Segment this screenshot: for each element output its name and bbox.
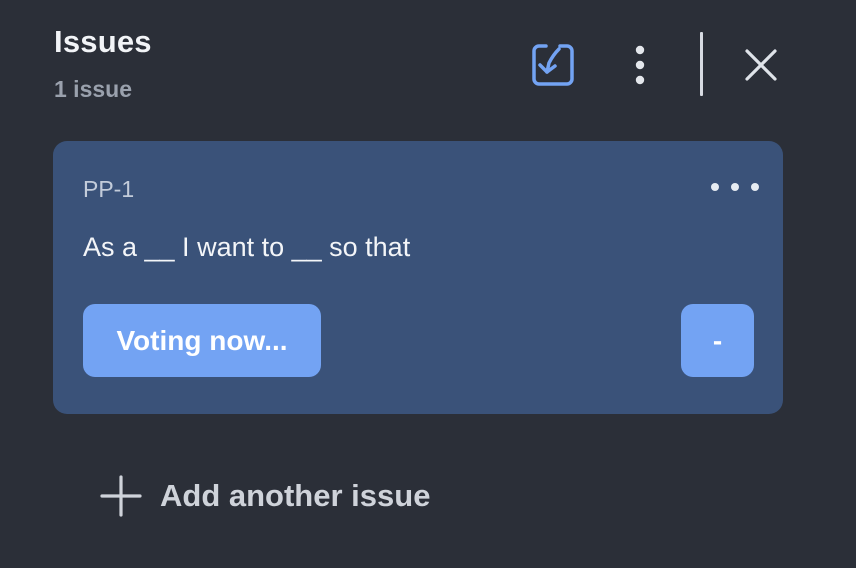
close-button[interactable] bbox=[736, 40, 786, 90]
panel-title: Issues bbox=[54, 24, 152, 59]
issue-card-menu-button[interactable] bbox=[711, 173, 759, 201]
issue-key: PP-1 bbox=[83, 176, 135, 202]
add-issue-label: Add another issue bbox=[160, 478, 431, 513]
more-horizontal-icon bbox=[711, 183, 719, 191]
issues-panel: Issues 1 issue PP-1 As a __ I want to __… bbox=[0, 0, 856, 568]
add-issue-button[interactable]: Add another issue bbox=[98, 472, 430, 520]
more-horizontal-icon-dot bbox=[751, 183, 759, 191]
plus-icon bbox=[98, 473, 144, 519]
voting-status-button[interactable]: Voting now... bbox=[83, 304, 321, 377]
header-divider bbox=[700, 32, 703, 96]
more-horizontal-icon-dot bbox=[731, 183, 739, 191]
import-button[interactable] bbox=[526, 38, 580, 92]
issue-card[interactable]: PP-1 As a __ I want to __ so that Voting… bbox=[53, 141, 783, 414]
issue-title: As a __ I want to __ so that bbox=[83, 232, 411, 262]
more-options-button[interactable] bbox=[622, 38, 658, 92]
close-icon bbox=[745, 49, 777, 81]
issue-count: 1 issue bbox=[54, 76, 132, 102]
import-icon bbox=[532, 44, 574, 86]
more-vertical-icon bbox=[635, 45, 645, 85]
estimate-button[interactable]: - bbox=[681, 304, 754, 377]
